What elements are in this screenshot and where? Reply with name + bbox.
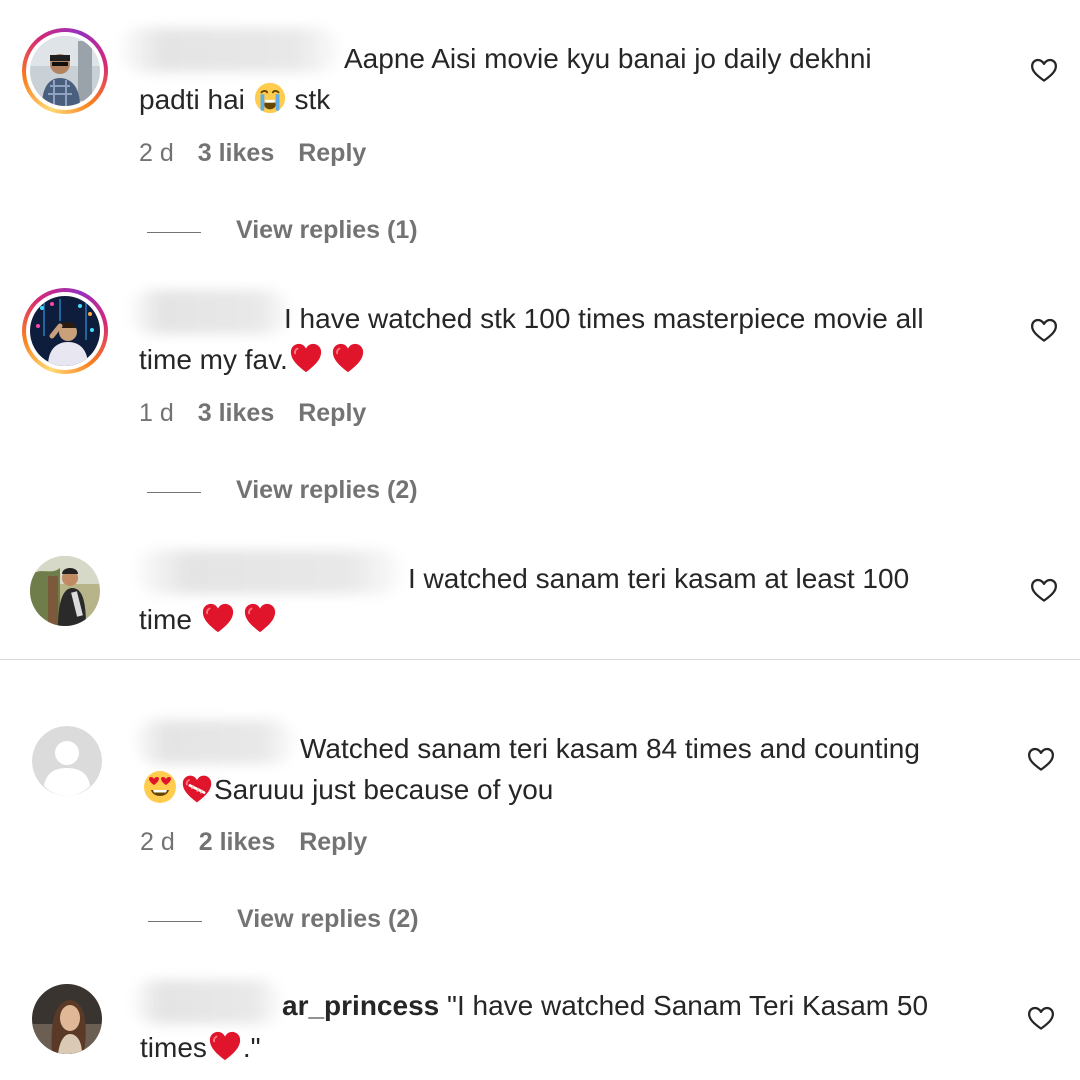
- avatar-story-ring[interactable]: [22, 28, 108, 114]
- comment-text-line1: I have watched stk 100 times masterpiece…: [284, 303, 924, 334]
- avatar[interactable]: [30, 556, 100, 626]
- username-redacted: [120, 28, 340, 72]
- comment-text: time: [139, 604, 192, 635]
- comment-time: 2 d: [139, 139, 174, 167]
- replies-line: [147, 492, 201, 493]
- replies-line: [147, 232, 201, 233]
- view-replies-label[interactable]: View replies (2): [236, 476, 418, 505]
- view-replies-label[interactable]: View replies (2): [237, 905, 419, 934]
- mending-heart-icon: [180, 773, 214, 805]
- avatar: [30, 296, 100, 366]
- heart-outline-icon[interactable]: [1029, 575, 1059, 605]
- comment-text-line1: ar_princess "I have watched Sanam Teri K…: [282, 985, 928, 1026]
- username-redacted: [134, 720, 294, 764]
- replies-line: [148, 921, 202, 922]
- heart-outline-icon[interactable]: [1026, 744, 1056, 774]
- avatar: [30, 36, 100, 106]
- likes-count[interactable]: 2 likes: [199, 828, 275, 857]
- red-heart-icon: [242, 601, 278, 635]
- avatar[interactable]: [32, 984, 102, 1054]
- comment-text-line2: time: [139, 599, 278, 640]
- heart-outline-icon[interactable]: [1029, 315, 1059, 345]
- loudly-crying-face-icon: [254, 82, 285, 114]
- comment-text: stk: [294, 84, 331, 115]
- view-replies-label[interactable]: View replies (1): [236, 216, 418, 245]
- comment-meta: 2 d 3 likes Reply: [139, 139, 390, 168]
- username-redacted: [136, 550, 402, 594]
- heart-eyes-face-icon: [144, 771, 176, 803]
- red-heart-icon: [330, 341, 366, 375]
- comment-meta: 2 d 2 likes Reply: [140, 828, 391, 857]
- red-heart-icon: [200, 601, 236, 635]
- username-redacted: [132, 980, 282, 1024]
- reply-button[interactable]: Reply: [298, 139, 366, 168]
- comment-text-line1: I watched sanam teri kasam at least 100: [408, 563, 910, 594]
- avatar-story-ring[interactable]: [22, 288, 108, 374]
- likes-count[interactable]: 3 likes: [198, 399, 274, 428]
- heart-outline-icon[interactable]: [1029, 55, 1059, 85]
- username-redacted: [130, 290, 290, 334]
- comment-time: 2 d: [140, 828, 175, 856]
- heart-outline-icon[interactable]: [1026, 1003, 1056, 1033]
- comment-text: "I have watched Sanam Teri Kasam 50: [447, 990, 929, 1021]
- comment-text: Saruuu just because of you: [214, 774, 554, 805]
- comment-text-line1: Watched sanam teri kasam 84 times and co…: [300, 733, 920, 764]
- comment-text-line2: padti hai stk: [139, 79, 330, 120]
- comment-text-line2: Saruuu just because of you: [142, 769, 553, 810]
- comment-text-line1: Aapne Aisi movie kyu banai jo daily dekh…: [344, 43, 872, 74]
- likes-count[interactable]: 3 likes: [198, 139, 274, 168]
- section-divider: [0, 659, 1080, 660]
- reply-button[interactable]: Reply: [298, 399, 366, 428]
- red-heart-icon: [288, 341, 324, 375]
- username[interactable]: ar_princess: [282, 990, 439, 1021]
- comment-text: time my fav.: [139, 344, 288, 375]
- comment-text: times: [140, 1032, 207, 1063]
- comment-text: .": [242, 1032, 261, 1063]
- comment-text-line2: times .": [140, 1027, 261, 1068]
- comment-text-line2: time my fav.: [139, 339, 366, 380]
- red-heart-icon: [207, 1029, 243, 1063]
- comment-time: 1 d: [139, 399, 174, 427]
- avatar-default[interactable]: [32, 726, 102, 796]
- comment-meta: 1 d 3 likes Reply: [139, 399, 390, 428]
- comment-text: padti hai: [139, 84, 245, 115]
- reply-button[interactable]: Reply: [299, 828, 367, 857]
